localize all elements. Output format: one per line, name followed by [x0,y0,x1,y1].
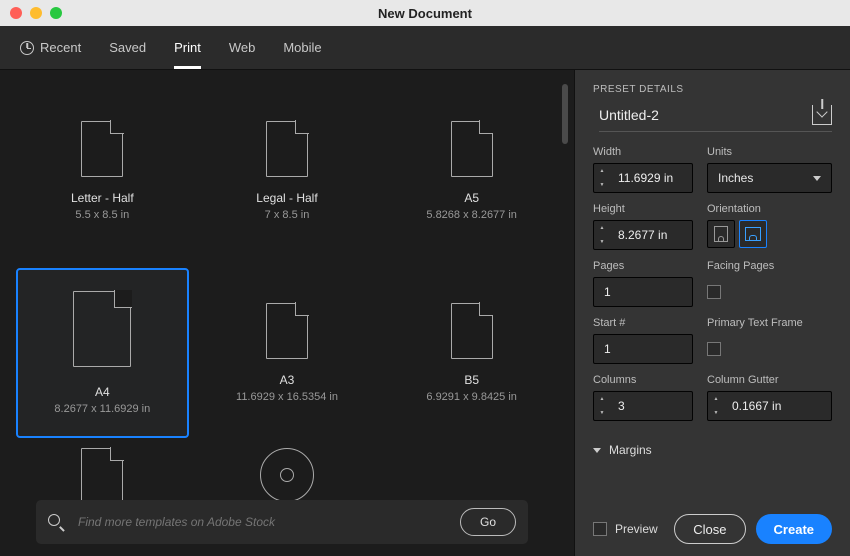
orientation-portrait-button[interactable] [707,220,735,248]
landscape-icon [745,227,761,241]
disc-icon[interactable] [260,448,314,502]
document-icon [81,121,123,177]
document-icon[interactable] [81,448,123,504]
preview-checkbox[interactable] [593,522,607,536]
tab-recent[interactable]: Recent [20,26,81,69]
columns-value: 3 [610,399,692,413]
chevron-down-icon [813,176,821,181]
stepper-down-icon[interactable]: ▼ [594,235,610,249]
height-value: 8.2677 in [610,228,692,242]
columns-label: Columns [593,374,693,386]
height-input[interactable]: ▲▼ 8.2677 in [593,220,693,250]
window-title: New Document [0,6,850,21]
preset-name: B5 [464,373,479,387]
preset-dims: 6.9291 x 9.8425 in [426,391,517,403]
preset-dims: 8.2677 x 11.6929 in [54,403,150,415]
start-number-input[interactable]: 1 [593,334,693,364]
columns-input[interactable]: ▲▼ 3 [593,391,693,421]
width-value: 11.6929 in [610,171,692,185]
preset-gallery: Letter - Half 5.5 x 8.5 in Legal - Half … [0,70,574,556]
download-preset-icon[interactable] [812,105,832,125]
tab-web[interactable]: Web [229,26,256,69]
pages-input[interactable]: 1 [593,277,693,307]
chevron-down-icon [593,448,601,453]
preset-legal-half[interactable]: Legal - Half 7 x 8.5 in [201,86,374,256]
document-icon [266,303,308,359]
preset-name: Letter - Half [71,191,134,205]
stepper-up-icon[interactable]: ▲ [594,164,610,178]
document-icon [451,303,493,359]
titlebar: New Document [0,0,850,26]
orientation-landscape-button[interactable] [739,220,767,248]
preset-name: A5 [464,191,479,205]
go-button[interactable]: Go [460,508,516,536]
preset-name: A3 [280,373,295,387]
create-button[interactable]: Create [756,514,832,544]
preview-label: Preview [615,522,658,536]
orientation-label: Orientation [707,203,832,215]
preset-name: A4 [95,385,110,399]
stock-search-input[interactable] [78,515,446,529]
preset-details-header: PRESET DETAILS [593,84,832,95]
units-select[interactable]: Inches [707,163,832,193]
preset-name: Legal - Half [256,191,317,205]
pages-label: Pages [593,260,693,272]
stock-search-bar: Go [36,500,528,544]
category-tabs: Recent Saved Print Web Mobile [0,26,850,70]
preset-a3[interactable]: A3 11.6929 x 16.5354 in [201,268,374,438]
stepper-down-icon[interactable]: ▼ [594,406,610,420]
document-name-input[interactable] [599,107,769,123]
scrollbar[interactable] [562,84,568,144]
stepper-down-icon[interactable]: ▼ [594,178,610,192]
portrait-icon [714,226,728,242]
column-gutter-value: 0.1667 in [724,399,831,413]
units-value: Inches [718,171,753,185]
preset-dims: 11.6929 x 16.5354 in [236,391,338,403]
preset-a5[interactable]: A5 5.8268 x 8.2677 in [385,86,558,256]
preset-details-panel: PRESET DETAILS Width ▲▼ 11.6929 in Units… [574,70,850,556]
tab-print[interactable]: Print [174,26,201,69]
search-icon [48,514,64,530]
stepper-up-icon[interactable]: ▲ [594,392,610,406]
column-gutter-label: Column Gutter [707,374,832,386]
close-button[interactable]: Close [674,514,745,544]
units-label: Units [707,146,832,158]
width-label: Width [593,146,693,158]
preset-dims: 5.8268 x 8.2677 in [426,209,517,221]
primary-text-frame-checkbox[interactable] [707,342,721,356]
primary-text-frame-label: Primary Text Frame [707,317,832,329]
document-icon [73,291,131,367]
height-label: Height [593,203,693,215]
width-input[interactable]: ▲▼ 11.6929 in [593,163,693,193]
preset-letter-half[interactable]: Letter - Half 5.5 x 8.5 in [16,86,189,256]
preset-a4[interactable]: A4 8.2677 x 11.6929 in [16,268,189,438]
document-icon [266,121,308,177]
column-gutter-input[interactable]: ▲▼ 0.1667 in [707,391,832,421]
preset-b5[interactable]: B5 6.9291 x 9.8425 in [385,268,558,438]
start-number-label: Start # [593,317,693,329]
stepper-up-icon[interactable]: ▲ [594,221,610,235]
margins-section-toggle[interactable]: Margins [593,443,832,457]
preset-dims: 7 x 8.5 in [265,209,310,221]
clock-icon [20,41,34,55]
tab-recent-label: Recent [40,40,81,55]
stepper-down-icon[interactable]: ▼ [708,406,724,420]
preset-dims: 5.5 x 8.5 in [75,209,129,221]
tab-saved[interactable]: Saved [109,26,146,69]
margins-label: Margins [609,443,652,457]
facing-pages-label: Facing Pages [707,260,832,272]
preview-toggle[interactable]: Preview [593,522,658,536]
tab-mobile[interactable]: Mobile [283,26,321,69]
document-icon [451,121,493,177]
stepper-up-icon[interactable]: ▲ [708,392,724,406]
facing-pages-checkbox[interactable] [707,285,721,299]
